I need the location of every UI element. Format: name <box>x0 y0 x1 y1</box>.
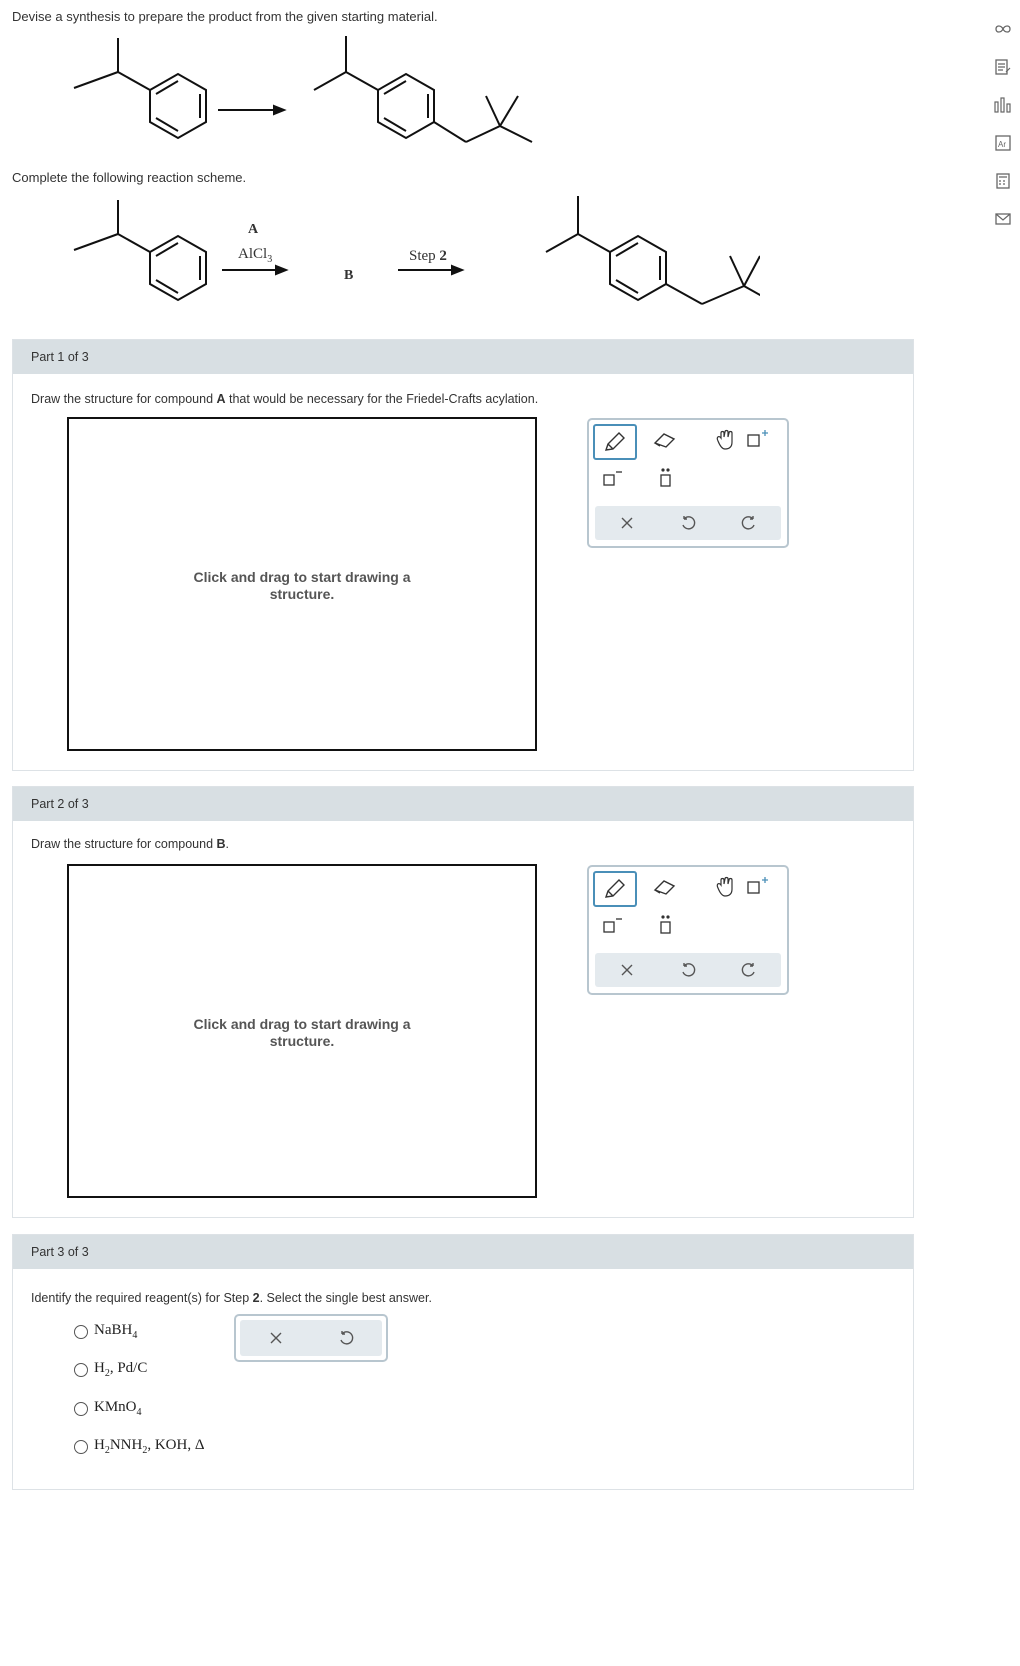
step1-arrow <box>222 264 289 276</box>
part-2-question: Draw the structure for compound B. <box>31 837 230 851</box>
undo-button[interactable] <box>326 1322 366 1354</box>
side-mail-button[interactable] <box>992 208 1014 230</box>
pencil-icon <box>604 432 625 451</box>
part-2-drawing-canvas[interactable]: Click and drag to start drawing a struct… <box>67 864 537 1198</box>
part-3-actions <box>234 1314 388 1362</box>
part-3-header: Part 3 of 3 <box>13 1235 913 1269</box>
scheme-reaction <box>73 196 760 305</box>
mail-icon <box>995 213 1011 225</box>
side-calculator-button[interactable] <box>992 170 1014 192</box>
hand-icon <box>716 429 733 450</box>
intro-prompt: Devise a synthesis to prepare the produc… <box>12 9 438 24</box>
part-1-question: Draw the structure for compound A that w… <box>31 392 539 406</box>
part-3-action-bar <box>240 1320 382 1356</box>
bar-chart-icon <box>994 97 1011 113</box>
starting-material-structure <box>73 38 207 140</box>
eraser-tool[interactable] <box>645 871 685 903</box>
option-nabh4[interactable]: NaBH4 <box>74 1322 137 1341</box>
redo-icon <box>741 963 755 977</box>
scheme-product <box>545 196 760 305</box>
charge-minus-icon <box>603 471 622 486</box>
part-2-panel: Part 2 of 3 Draw the structure for compo… <box>12 786 914 1218</box>
reaction-arrow <box>218 104 287 116</box>
part-1-drawing-canvas[interactable]: Click and drag to start drawing a struct… <box>67 417 537 751</box>
option-label: KMnO4 <box>94 1399 142 1418</box>
product-structure <box>313 36 533 143</box>
charge-plus-tool[interactable] <box>737 424 777 456</box>
radio-button[interactable] <box>74 1439 88 1454</box>
side-periodic-button[interactable]: Ar <box>992 132 1014 154</box>
side-chart-button[interactable] <box>992 94 1014 116</box>
eraser-icon <box>653 880 676 895</box>
part-2-header: Part 2 of 3 <box>13 787 913 821</box>
charge-minus-icon <box>603 918 622 933</box>
calculator-icon <box>996 173 1010 189</box>
clear-button[interactable] <box>607 954 647 986</box>
undo-icon <box>682 516 696 530</box>
pencil-tool[interactable] <box>593 424 637 460</box>
undo-button[interactable] <box>668 507 708 539</box>
part-3-question: Identify the required reagent(s) for Ste… <box>31 1291 432 1305</box>
undo-icon <box>682 963 696 977</box>
pencil-icon <box>604 879 625 898</box>
charge-plus-tool[interactable] <box>737 871 777 903</box>
lone-pair-tool[interactable] <box>645 909 685 941</box>
redo-icon <box>741 516 755 530</box>
eraser-tool[interactable] <box>645 424 685 456</box>
charge-minus-tool[interactable] <box>593 909 633 941</box>
part-1-toolbox <box>587 418 789 548</box>
reagent-a-label: A <box>248 222 259 237</box>
close-icon <box>621 964 633 976</box>
option-wolff-kishner[interactable]: H2NNH2, KOH, Δ <box>74 1437 205 1456</box>
infinity-icon <box>995 25 1011 33</box>
pencil-tool[interactable] <box>593 871 637 907</box>
close-icon <box>621 517 633 529</box>
step2-arrow <box>398 264 465 276</box>
option-h2-pdc[interactable]: H2, Pd/C <box>74 1360 147 1379</box>
side-infinity-button[interactable] <box>992 18 1014 40</box>
undo-button[interactable] <box>668 954 708 986</box>
radio-button[interactable] <box>74 1324 88 1339</box>
radio-button[interactable] <box>74 1401 88 1416</box>
intermediate-b-label: B <box>344 268 354 283</box>
step2-label: Step 2 <box>409 248 447 264</box>
option-kmno4[interactable]: KMnO4 <box>74 1399 142 1418</box>
option-label: NaBH4 <box>94 1322 138 1341</box>
undo-icon <box>340 1331 354 1345</box>
top-reaction-scheme <box>73 36 533 143</box>
canvas-hint: Click and drag to start drawing a struct… <box>193 569 411 602</box>
clear-button[interactable] <box>607 507 647 539</box>
option-label: H2NNH2, KOH, Δ <box>94 1437 205 1456</box>
redo-button[interactable] <box>729 507 769 539</box>
part-2-toolbox <box>587 865 789 995</box>
option-label: H2, Pd/C <box>94 1360 148 1379</box>
charge-minus-tool[interactable] <box>593 462 633 494</box>
lone-pair-icon <box>660 915 671 934</box>
charge-plus-icon <box>747 430 768 447</box>
part-1-header: Part 1 of 3 <box>13 340 913 374</box>
toolbar-actions <box>595 506 781 540</box>
hand-icon <box>716 876 733 897</box>
part-1-panel: Part 1 of 3 Draw the structure for compo… <box>12 339 914 771</box>
clear-button[interactable] <box>256 1322 296 1354</box>
charge-plus-icon <box>747 877 768 894</box>
periodic-element-icon: Ar <box>995 135 1011 151</box>
eraser-icon <box>653 433 676 448</box>
alcl3-label: AlCl3 <box>238 246 273 265</box>
toolbar-actions <box>595 953 781 987</box>
canvas-hint: Click and drag to start drawing a struct… <box>193 1016 411 1049</box>
lone-pair-icon <box>660 468 671 487</box>
radio-button[interactable] <box>74 1362 88 1377</box>
svg-text:Ar: Ar <box>998 140 1006 149</box>
lone-pair-tool[interactable] <box>645 462 685 494</box>
redo-button[interactable] <box>729 954 769 986</box>
side-toolbar: Ar <box>992 18 1016 246</box>
side-notes-button[interactable] <box>992 56 1014 78</box>
notes-icon <box>995 59 1011 75</box>
scheme-starting-material <box>73 200 207 302</box>
close-icon <box>270 1332 282 1344</box>
scheme-prompt: Complete the following reaction scheme. <box>12 170 247 185</box>
